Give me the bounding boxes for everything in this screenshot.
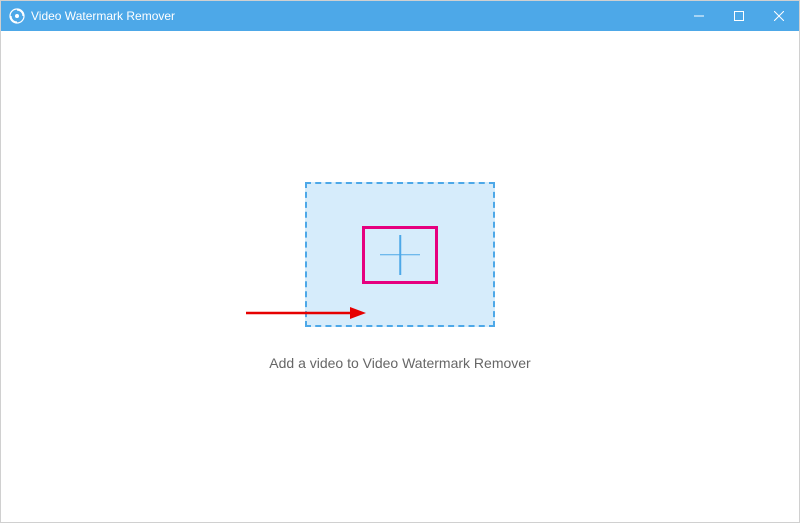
close-icon	[774, 11, 784, 21]
plus-icon	[380, 235, 420, 275]
maximize-icon	[734, 11, 744, 21]
close-button[interactable]	[759, 1, 799, 31]
minimize-button[interactable]	[679, 1, 719, 31]
plus-highlight-annotation	[362, 226, 438, 284]
app-logo-icon	[9, 8, 25, 24]
window-controls	[679, 1, 799, 31]
titlebar-left: Video Watermark Remover	[9, 8, 175, 24]
app-window: Video Watermark Remover	[0, 0, 800, 523]
app-title: Video Watermark Remover	[31, 9, 175, 23]
minimize-icon	[694, 11, 704, 21]
maximize-button[interactable]	[719, 1, 759, 31]
titlebar: Video Watermark Remover	[1, 1, 799, 31]
instruction-text: Add a video to Video Watermark Remover	[269, 355, 530, 371]
add-video-dropzone[interactable]	[305, 182, 495, 327]
main-content: Add a video to Video Watermark Remover	[1, 31, 799, 522]
